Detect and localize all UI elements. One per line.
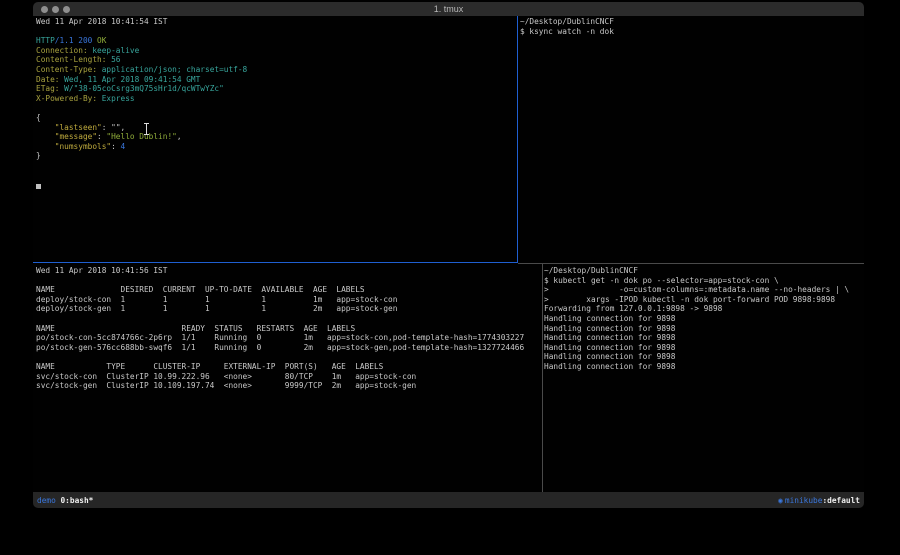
terminal-line: po/stock-con-5cc874766c-2p6rp 1/1 Runnin… — [36, 333, 539, 343]
terminal-line — [36, 314, 539, 324]
terminal-line: Date: Wed, 11 Apr 2018 09:41:54 GMT — [36, 75, 514, 85]
mouse-ibeam-cursor — [146, 124, 147, 134]
horizontal-pane-divider[interactable] — [518, 263, 864, 264]
terminal-line — [36, 27, 514, 37]
active-pane-vertical-divider[interactable] — [517, 16, 518, 263]
tmux-status-bar: demo 0:bash* ◉minikube:default — [33, 492, 864, 508]
kube-context: minikube — [785, 496, 823, 505]
terminal-line — [36, 103, 514, 113]
terminal-line: "numsymbols": 4 — [36, 142, 514, 152]
terminal-line: NAME TYPE CLUSTER-IP EXTERNAL-IP PORT(S)… — [36, 362, 539, 372]
terminal-line: Handling connection for 9898 — [544, 333, 862, 343]
ksync-watch-pane[interactable]: ~/Desktop/DublinCNCF$ ksync watch -n dok — [520, 17, 862, 261]
terminal-line: deploy/stock-con 1 1 1 1 1m app=stock-co… — [36, 295, 539, 305]
session-name: demo — [37, 496, 56, 505]
terminal-line: { — [36, 113, 514, 123]
terminal-line — [36, 161, 514, 171]
tmux-content: Wed 11 Apr 2018 10:41:54 IST HTTP/1.1 200… — [33, 16, 864, 492]
terminal-window: 1. tmux Wed 11 Apr 2018 10:41:54 IST HTTP… — [33, 2, 864, 508]
status-left: demo 0:bash* — [37, 496, 93, 505]
terminal-line: Wed 11 Apr 2018 10:41:56 IST — [36, 266, 539, 276]
terminal-line: Handling connection for 9898 — [544, 362, 862, 372]
terminal-line — [36, 276, 539, 286]
terminal-line: Forwarding from 127.0.0.1:9898 -> 9898 — [544, 304, 862, 314]
terminal-line: NAME READY STATUS RESTARTS AGE LABELS — [36, 324, 539, 334]
terminal-line: Connection: keep-alive — [36, 46, 514, 56]
status-right: ◉minikube:default — [778, 496, 860, 505]
terminal-line — [36, 180, 514, 190]
terminal-line: > xargs -IPOD kubectl -n dok port-forwar… — [544, 295, 862, 305]
terminal-line: "lastseen": "", — [36, 123, 514, 133]
port-forward-pane[interactable]: ~/Desktop/DublinCNCF$ kubectl get -n dok… — [544, 266, 862, 492]
terminal-line: ETag: W/"38-05coCsrg3mQ75sHr1d/qcWTwYZc" — [36, 84, 514, 94]
kube-namespace: :default — [822, 496, 860, 505]
window-title: 1. tmux — [33, 4, 864, 14]
terminal-line: deploy/stock-gen 1 1 1 1 2m app=stock-ge… — [36, 304, 539, 314]
terminal-line: > -o=custom-columns=:metadata.name --no-… — [544, 285, 862, 295]
terminal-line: $ ksync watch -n dok — [520, 27, 862, 37]
terminal-line: Handling connection for 9898 — [544, 343, 862, 353]
http-response-pane[interactable]: Wed 11 Apr 2018 10:41:54 IST HTTP/1.1 200… — [36, 17, 514, 261]
terminal-line: Handling connection for 9898 — [544, 324, 862, 334]
terminal-line: HTTP/1.1 200 OK — [36, 36, 514, 46]
terminal-line — [36, 171, 514, 181]
terminal-line: Wed 11 Apr 2018 10:41:54 IST — [36, 17, 514, 27]
window-tab[interactable]: 0:bash* — [60, 496, 93, 505]
terminal-line: X-Powered-By: Express — [36, 94, 514, 104]
window-titlebar[interactable]: 1. tmux — [33, 2, 864, 16]
terminal-line: Content-Type: application/json; charset=… — [36, 65, 514, 75]
vertical-pane-divider[interactable] — [542, 263, 543, 492]
terminal-line: ~/Desktop/DublinCNCF — [520, 17, 862, 27]
desktop-background: 1. tmux Wed 11 Apr 2018 10:41:54 IST HTTP… — [0, 0, 900, 555]
terminal-line: Handling connection for 9898 — [544, 352, 862, 362]
terminal-line: "message": "Hello Dublin!", — [36, 132, 514, 142]
terminal-line: ~/Desktop/DublinCNCF — [544, 266, 862, 276]
terminal-line: svc/stock-gen ClusterIP 10.109.197.74 <n… — [36, 381, 539, 391]
terminal-line: Content-Length: 56 — [36, 55, 514, 65]
kubectl-resources-pane[interactable]: Wed 11 Apr 2018 10:41:56 IST NAME DESIRED… — [36, 266, 539, 492]
terminal-line: } — [36, 151, 514, 161]
kubernetes-helm-icon: ◉ — [778, 496, 783, 505]
terminal-line: Handling connection for 9898 — [544, 314, 862, 324]
terminal-line — [36, 352, 539, 362]
terminal-line: NAME DESIRED CURRENT UP-TO-DATE AVAILABL… — [36, 285, 539, 295]
terminal-line: $ kubectl get -n dok po --selector=app=s… — [544, 276, 862, 286]
terminal-line: po/stock-gen-576cc688bb-swqf6 1/1 Runnin… — [36, 343, 539, 353]
terminal-line: svc/stock-con ClusterIP 10.99.222.96 <no… — [36, 372, 539, 382]
active-pane-horizontal-divider[interactable] — [33, 262, 518, 263]
